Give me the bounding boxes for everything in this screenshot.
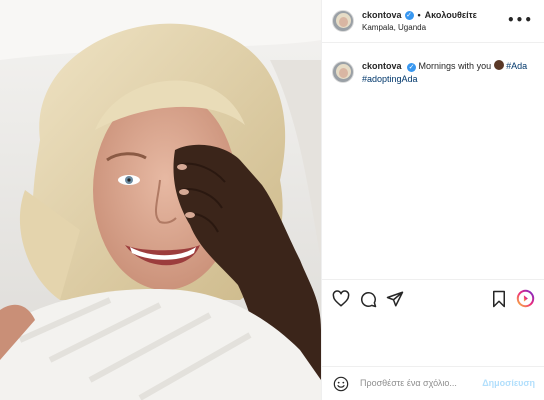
hashtag-ada-link[interactable]: #Ada <box>506 61 527 71</box>
comment-composer: Δημοσίευση <box>322 366 544 400</box>
igtv-icon[interactable] <box>516 289 535 308</box>
caption-body: Mornings with you <box>418 61 492 71</box>
post-comment-button[interactable]: Δημοσίευση <box>482 378 535 388</box>
comment-input[interactable] <box>360 378 470 388</box>
caption-text: ckontova ✓ Mornings with you #Ada #adopt… <box>362 60 537 86</box>
post-header: ckontova ✓ • Ακολουθείτε Kampala, Uganda… <box>322 0 544 43</box>
selfie-image <box>0 0 321 400</box>
emoji-picker-icon[interactable] <box>333 376 349 392</box>
more-options-icon[interactable]: ••• <box>507 13 533 27</box>
post-photo[interactable] <box>0 0 321 400</box>
caption-username-link[interactable]: ckontova <box>362 61 402 71</box>
comment-icon[interactable] <box>359 290 377 308</box>
heart-icon[interactable] <box>332 290 350 308</box>
avatar[interactable] <box>332 10 354 32</box>
username-link[interactable]: ckontova <box>362 10 402 20</box>
header-text: ckontova ✓ • Ακολουθείτε Kampala, Uganda <box>362 10 477 32</box>
location-link[interactable]: Kampala, Uganda <box>362 23 477 32</box>
action-bar <box>322 279 544 319</box>
following-button[interactable]: Ακολουθείτε <box>425 10 477 20</box>
share-icon[interactable] <box>386 290 404 308</box>
post-side-panel: ckontova ✓ • Ακολουθείτε Kampala, Uganda… <box>321 0 544 400</box>
separator-dot: • <box>417 10 421 20</box>
hashtag-adoptingada-link[interactable]: #adoptingAda <box>362 74 418 84</box>
instagram-post: ckontova ✓ • Ακολουθείτε Kampala, Uganda… <box>0 0 544 400</box>
caption-comment: ckontova ✓ Mornings with you #Ada #adopt… <box>332 60 537 86</box>
caption-avatar[interactable] <box>332 61 354 83</box>
caption-verified-icon: ✓ <box>407 63 417 72</box>
bookmark-icon[interactable] <box>490 290 508 308</box>
girl-emoji-icon <box>493 60 504 70</box>
verified-icon: ✓ <box>404 10 414 20</box>
header-row: ckontova ✓ • Ακολουθείτε <box>362 10 477 20</box>
